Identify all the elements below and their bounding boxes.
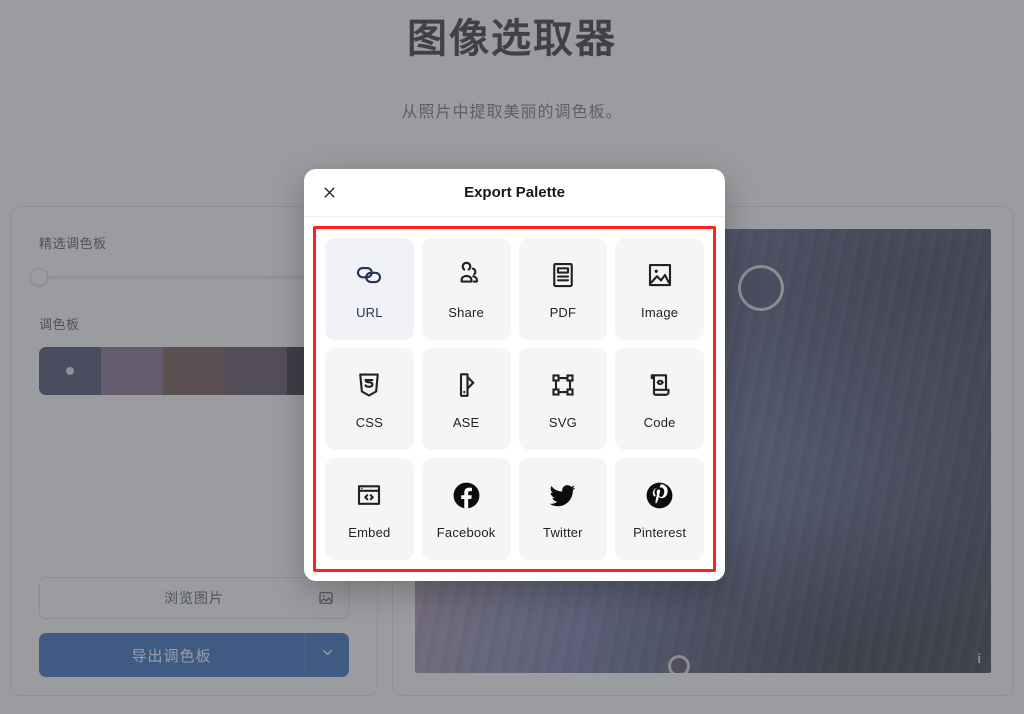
embed-icon — [354, 478, 384, 512]
export-options-grid: URL Share PDF Image CSS ASE SVG Code Emb… — [325, 238, 704, 560]
export-option-label: Image — [641, 305, 679, 320]
app-root: 图像选取器 从照片中提取美丽的调色板。 精选调色板 调色板 — [0, 0, 1024, 714]
export-option-label: Twitter — [543, 525, 583, 540]
export-option-label: Code — [643, 415, 676, 430]
export-option-label: SVG — [548, 415, 577, 430]
modal-title: Export Palette — [464, 184, 565, 201]
modal-body: URL Share PDF Image CSS ASE SVG Code Emb… — [304, 217, 725, 581]
export-option-pdf[interactable]: PDF — [518, 238, 608, 340]
export-palette-modal: Export Palette URL Share PDF Image CSS A… — [304, 169, 725, 581]
facebook-icon — [451, 478, 482, 512]
export-option-label: URL — [356, 305, 383, 320]
css3-icon — [354, 368, 384, 402]
image-icon — [645, 258, 675, 292]
modal-header: Export Palette — [304, 169, 725, 217]
export-option-image[interactable]: Image — [615, 238, 704, 340]
export-option-label: CSS — [355, 415, 384, 430]
export-option-twitter[interactable]: Twitter — [518, 458, 608, 560]
export-option-label: ASE — [452, 415, 480, 430]
vector-icon — [548, 368, 578, 402]
export-option-label: Share — [448, 305, 484, 320]
document-icon — [548, 258, 578, 292]
close-icon[interactable] — [318, 182, 340, 204]
users-icon — [451, 258, 481, 292]
scroll-code-icon — [645, 368, 675, 402]
export-option-css[interactable]: CSS — [325, 348, 414, 450]
export-option-svg[interactable]: SVG — [518, 348, 608, 450]
export-option-label: Facebook — [436, 525, 496, 540]
export-option-code[interactable]: Code — [615, 348, 704, 450]
link-icon — [354, 258, 384, 292]
export-option-ase[interactable]: ASE — [421, 348, 511, 450]
export-options-highlight: URL Share PDF Image CSS ASE SVG Code Emb… — [313, 226, 716, 572]
export-option-url[interactable]: URL — [325, 238, 414, 340]
export-option-share[interactable]: Share — [421, 238, 511, 340]
export-option-facebook[interactable]: Facebook — [421, 458, 511, 560]
export-option-label: Embed — [348, 525, 391, 540]
export-option-label: Pinterest — [633, 525, 687, 540]
pinterest-icon — [644, 478, 675, 512]
twitter-icon — [547, 478, 578, 512]
export-option-label: PDF — [549, 305, 577, 320]
swatchbook-icon — [451, 368, 481, 402]
export-option-embed[interactable]: Embed — [325, 458, 414, 560]
export-option-pinterest[interactable]: Pinterest — [615, 458, 704, 560]
